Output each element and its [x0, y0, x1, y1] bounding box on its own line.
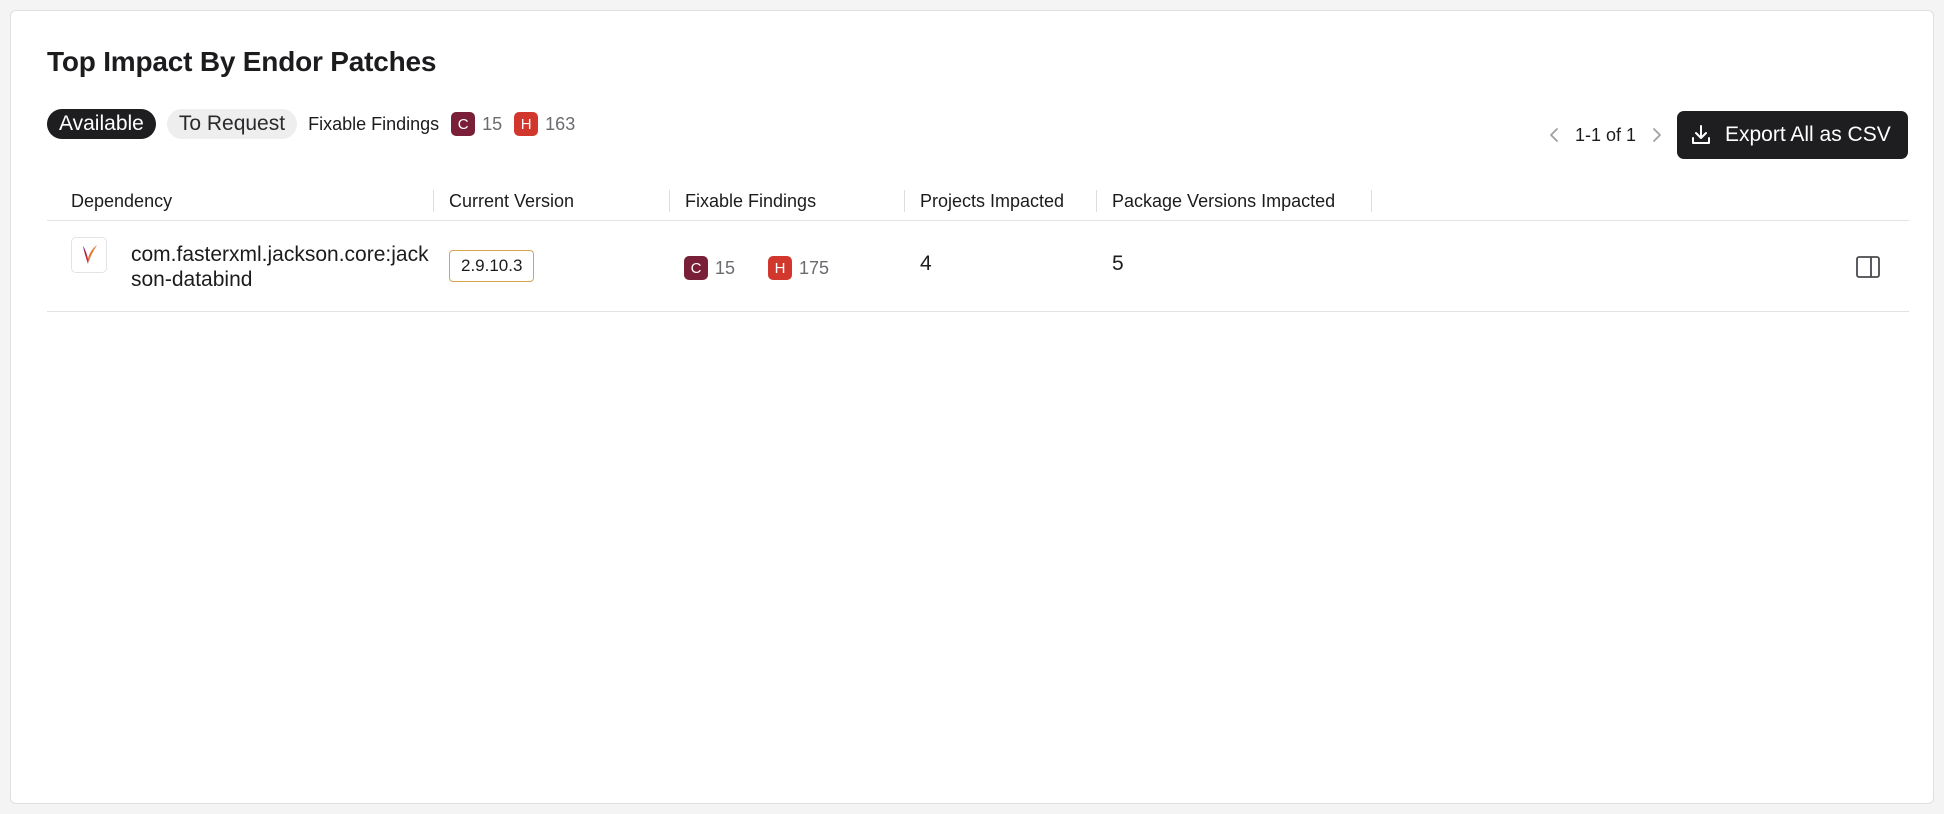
side-panel-icon[interactable]: [1855, 255, 1881, 279]
column-divider[interactable]: [1371, 190, 1372, 212]
column-header-fixable-findings[interactable]: Fixable Findings: [685, 181, 816, 221]
dependency-name[interactable]: com.fasterxml.jackson.core:jackson-datab…: [131, 242, 431, 292]
maven-feather-icon: [71, 237, 107, 273]
high-badge: H: [768, 256, 792, 280]
pagination-range: 1-1 of 1: [1575, 124, 1637, 145]
column-divider[interactable]: [669, 190, 670, 212]
download-icon: [1689, 123, 1713, 147]
column-divider[interactable]: [1096, 190, 1097, 212]
column-divider[interactable]: [433, 190, 434, 212]
filter-toolbar: Available To Request Fixable Findings C …: [47, 109, 587, 139]
column-header-projects-impacted[interactable]: Projects Impacted: [920, 181, 1064, 221]
version-badge: 2.9.10.3: [449, 250, 535, 282]
critical-badge: C: [684, 256, 708, 280]
high-summary: H 163: [514, 112, 575, 136]
table-row[interactable]: com.fasterxml.jackson.core:jackson-datab…: [47, 222, 1909, 312]
pagination: 1-1 of 1: [1543, 120, 1668, 150]
high-count: 163: [545, 113, 576, 134]
row-critical-summary: C 15: [684, 256, 735, 280]
package-versions-impacted-value: 5: [1112, 252, 1124, 275]
critical-count: 15: [715, 257, 736, 278]
column-header-dependency[interactable]: Dependency: [71, 181, 172, 221]
tab-to-request[interactable]: To Request: [166, 109, 298, 139]
critical-badge: C: [451, 112, 476, 136]
chevron-right-icon[interactable]: [1646, 124, 1668, 146]
high-count: 175: [799, 257, 830, 278]
column-header-package-versions-impacted[interactable]: Package Versions Impacted: [1112, 181, 1335, 221]
row-high-summary: H 175: [768, 256, 829, 280]
table-header: Dependency Current Version Fixable Findi…: [47, 181, 1909, 221]
export-label: Export All as CSV: [1725, 123, 1891, 146]
column-divider[interactable]: [904, 190, 905, 212]
high-badge: H: [514, 112, 539, 136]
panel-title: Top Impact By Endor Patches: [47, 46, 437, 77]
tab-available[interactable]: Available: [47, 109, 156, 139]
critical-count: 15: [482, 113, 503, 134]
projects-impacted-value: 4: [920, 252, 932, 275]
top-impact-panel: Top Impact By Endor Patches Available To…: [10, 10, 1934, 804]
export-csv-button[interactable]: Export All as CSV: [1677, 111, 1908, 159]
chevron-left-icon[interactable]: [1543, 124, 1565, 146]
fixable-findings-label: Fixable Findings: [308, 113, 440, 134]
column-header-current-version[interactable]: Current Version: [449, 181, 574, 221]
critical-summary: C 15: [451, 112, 502, 136]
